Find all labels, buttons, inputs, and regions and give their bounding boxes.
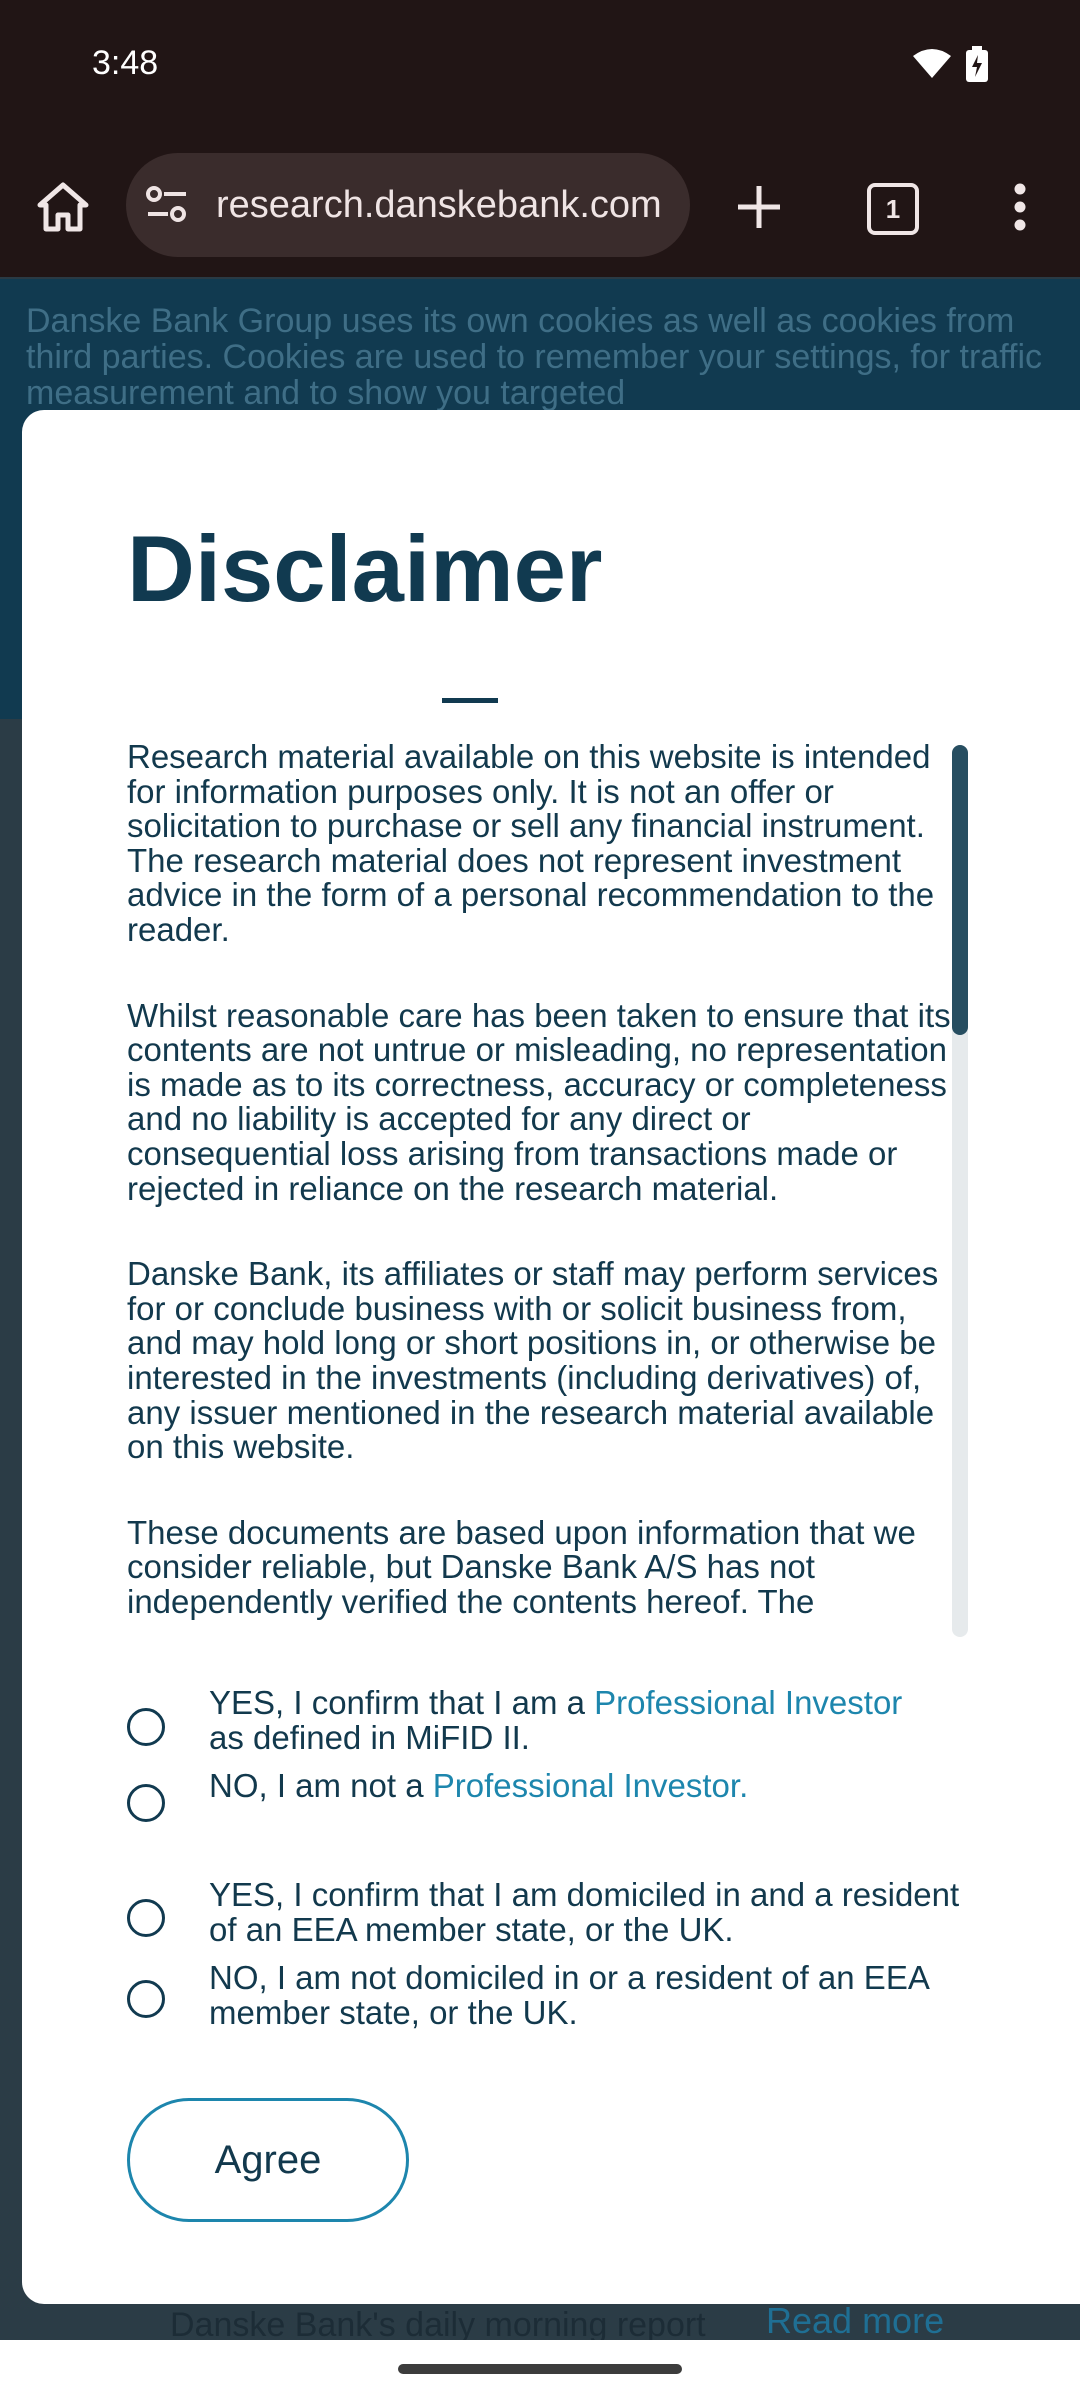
disclaimer-paragraph: These documents are based upon informati… — [127, 1513, 916, 1620]
option-professional-yes-label[interactable]: YES, I confirm that I am a Professional … — [209, 1684, 989, 1756]
gesture-nav-bar — [0, 2340, 1080, 2400]
radio-eea-yes[interactable] — [127, 1899, 165, 1937]
radio-eea-no[interactable] — [127, 1980, 165, 2018]
disclaimer-paragraph: Danske Bank, its affiliates or staff may… — [127, 1255, 939, 1466]
browser-menu-button[interactable] — [1000, 172, 1040, 242]
disclaimer-text: Research material available on this webs… — [127, 740, 957, 1638]
option-professional-yes-prefix: YES, I confirm that I am a — [209, 1684, 595, 1721]
professional-investor-link-2[interactable]: Professional Investor. — [433, 1767, 749, 1804]
option-eea-yes-label[interactable]: YES, I confirm that I am domiciled in an… — [209, 1877, 989, 1947]
status-bar: 3:48 — [0, 0, 1080, 135]
radio-professional-no[interactable] — [127, 1784, 165, 1822]
site-settings-icon[interactable] — [144, 181, 190, 232]
agree-button[interactable]: Agree — [127, 2098, 409, 2222]
url-text[interactable]: research.danskebank.com — [216, 153, 680, 257]
wifi-icon — [912, 48, 952, 85]
home-gesture-handle[interactable] — [398, 2364, 682, 2374]
more-vert-icon — [1014, 183, 1026, 231]
option-professional-no-prefix: NO, I am not a — [209, 1767, 433, 1804]
read-more-link[interactable]: Read more — [766, 2300, 944, 2342]
option-professional-no-label[interactable]: NO, I am not a Professional Investor. — [209, 1767, 989, 1804]
plus-icon — [738, 186, 780, 228]
disclaimer-paragraph: Whilst reasonable care has been taken to… — [127, 996, 951, 1207]
status-time: 3:48 — [92, 44, 159, 82]
option-eea-no-label[interactable]: NO, I am not domiciled in or a resident … — [209, 1960, 989, 2030]
browser-toolbar: research.danskebank.com 1 — [0, 135, 1080, 414]
disclaimer-paragraph: Research material available on this webs… — [127, 740, 935, 948]
home-icon — [37, 182, 89, 232]
battery-charging-icon — [966, 46, 988, 87]
address-bar[interactable]: research.danskebank.com — [126, 153, 690, 257]
radio-professional-yes[interactable] — [127, 1708, 165, 1746]
cookie-banner-text: Danske Bank Group uses its own cookies a… — [26, 302, 1043, 412]
tab-switcher-button[interactable]: 1 — [867, 183, 919, 235]
modal-title: Disclaimer — [127, 516, 603, 621]
new-tab-button[interactable] — [724, 172, 794, 242]
status-icons — [912, 46, 988, 87]
professional-investor-link[interactable]: Professional Investor — [594, 1684, 902, 1721]
home-button[interactable] — [30, 174, 96, 240]
title-divider — [442, 698, 498, 703]
option-professional-yes-suffix: as defined in MiFID II. — [209, 1718, 530, 1756]
